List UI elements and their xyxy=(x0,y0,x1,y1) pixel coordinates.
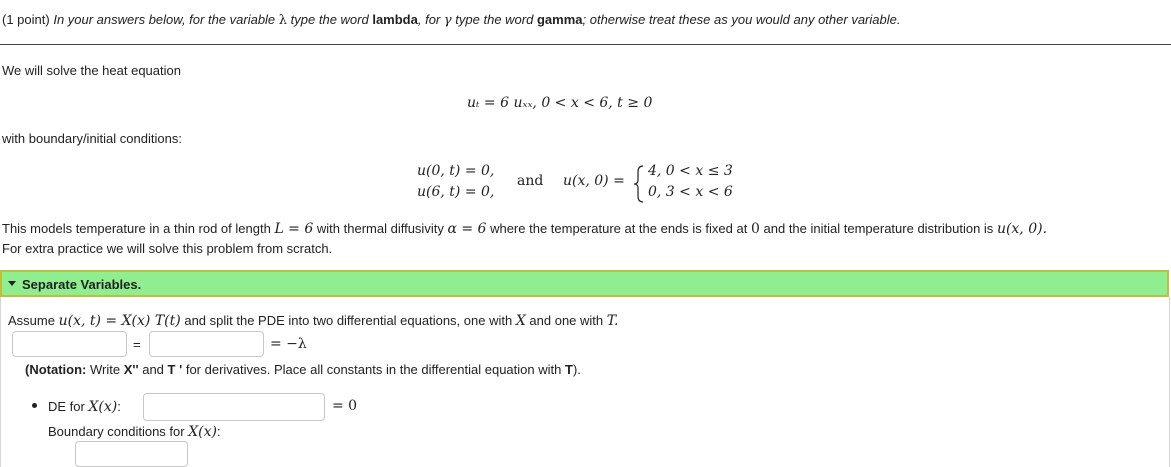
notation-hint: (Notation: Write X'' and T ' for derivat… xyxy=(25,362,581,377)
problem-header: (1 point) In your answers below, for the… xyxy=(0,0,1171,45)
section-title: Separate Variables. xyxy=(22,277,142,292)
lambda-symbol: λ xyxy=(278,13,288,28)
word-lambda: lambda xyxy=(372,12,418,27)
intro-text: We will solve the heat equation xyxy=(2,63,181,78)
ic-lhs: u(x, 0) = xyxy=(563,173,625,189)
separation-rhs-input[interactable] xyxy=(149,331,264,357)
word-gamma: gamma xyxy=(536,12,583,27)
instruction-line: (1 point) In your answers below, for the… xyxy=(2,12,901,28)
practice-text: For extra practice we will solve this pr… xyxy=(2,241,333,256)
caret-down-icon xyxy=(8,281,16,286)
pde-equation: uₜ = 6 uₓₓ, 0 < x < 6, t ≥ 0 xyxy=(467,95,653,111)
model-description: This models temperature in a thin rod of… xyxy=(2,221,1048,237)
separation-minus-lambda: = −λ xyxy=(270,336,307,352)
assume-line: Assume u(x, t) = X(x) T(t) and split the… xyxy=(8,313,619,329)
de-x-input[interactable] xyxy=(143,393,325,421)
ic-case-1: 4, 0 < x ≤ 3 xyxy=(648,163,733,179)
separation-lhs-input[interactable] xyxy=(12,331,127,357)
and-word: and xyxy=(517,173,544,189)
bc-x-label: Boundary conditions for X(x): xyxy=(48,424,221,440)
left-brace-icon xyxy=(633,165,644,203)
de-label: DE for X(x): xyxy=(48,399,121,415)
bullet-dot xyxy=(32,403,37,408)
de-equals-zero: = 0 xyxy=(332,398,358,414)
section-separate-variables-toggle[interactable]: Separate Variables. xyxy=(0,270,1169,297)
bc-right: u(6, t) = 0, xyxy=(417,184,495,200)
bc-left: u(0, t) = 0, xyxy=(417,163,495,179)
gamma-symbol: γ xyxy=(443,13,452,28)
ic-case-2: 0, 3 < x < 6 xyxy=(648,184,733,200)
points-label: (1 point) xyxy=(2,12,50,27)
separation-equals: = xyxy=(133,337,141,352)
bc-intro-text: with boundary/initial conditions: xyxy=(2,131,182,146)
bc-x-input[interactable] xyxy=(75,441,188,467)
